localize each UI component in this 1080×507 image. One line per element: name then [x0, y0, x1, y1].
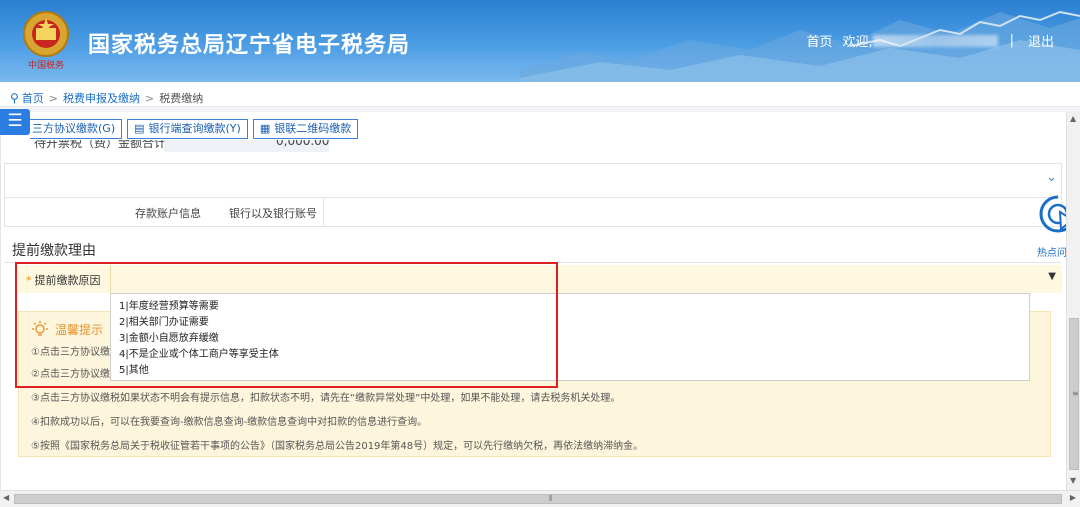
- tip-item: ④扣款成功以后，可以在我要查询-缴款信息查询-缴款信息查询中对扣款的信息进行查询…: [31, 417, 428, 428]
- location-pin-icon: ⚲: [10, 91, 19, 105]
- breadcrumb-separator: >: [145, 91, 155, 105]
- summary-label: 待开票税（费）金额合计: [34, 140, 167, 150]
- dropdown-arrow-icon[interactable]: ▼: [1048, 271, 1056, 282]
- summary-row: 待开票税（费）金额合计 0,000.00: [4, 140, 1060, 152]
- scroll-right-icon[interactable]: ▶: [1070, 493, 1076, 502]
- menu-toggle-icon[interactable]: ☰: [0, 109, 30, 135]
- bank-account-label: 银行以及银行账号: [229, 207, 317, 220]
- scroll-down-icon[interactable]: ▼: [1070, 476, 1076, 485]
- svg-text:中国税务: 中国税务: [28, 59, 64, 71]
- breadcrumb-current: 税费缴纳: [159, 92, 204, 105]
- vertical-scroll-thumb[interactable]: ≡: [1069, 318, 1079, 470]
- payment-toolbar: 三方协议缴款(G) ▤ 银行端查询缴款(Y) ▦ 银联二维码缴款: [30, 119, 363, 139]
- nav-separator: |: [1009, 33, 1014, 48]
- unionpay-qr-payment-label: 银联二维码缴款: [274, 122, 352, 135]
- summary-value: 0,000.00: [276, 140, 330, 148]
- nav-home-link[interactable]: 首页: [806, 31, 832, 50]
- deposit-account-label: 存款账户信息: [135, 207, 201, 220]
- tax-bureau-emblem: 中国税务: [23, 11, 69, 71]
- scroll-grip-icon: ⦀: [549, 494, 553, 503]
- scroll-up-icon[interactable]: ▲: [1070, 114, 1076, 123]
- tripartite-payment-label: 三方协议缴款(G): [32, 122, 116, 135]
- site-header: 中国税务 国家税务总局辽宁省电子税务局 首页 欢迎, | 退出: [0, 0, 1080, 82]
- breadcrumb-home[interactable]: 首页: [22, 90, 44, 106]
- bank-query-payment-button[interactable]: ▤ 银行端查询缴款(Y): [127, 119, 248, 139]
- account-divider: [5, 197, 1061, 198]
- bank-document-icon: ▤: [134, 122, 145, 135]
- vertical-scrollbar[interactable]: ▲ ≡ ▼: [1066, 112, 1080, 490]
- tripartite-payment-button[interactable]: 三方协议缴款(G): [30, 119, 123, 139]
- chevron-down-icon[interactable]: ⌄: [1046, 170, 1057, 185]
- site-title: 国家税务总局辽宁省电子税务局: [88, 33, 411, 58]
- logout-link[interactable]: 退出: [1028, 31, 1054, 50]
- red-highlight-box: [15, 262, 558, 388]
- breadcrumb-separator: >: [48, 91, 59, 105]
- advance-payment-section-title: 提前缴款理由: [12, 243, 96, 259]
- breadcrumb-tax-declaration[interactable]: 税费申报及缴纳: [63, 90, 140, 106]
- top-nav: 首页 欢迎, | 退出: [806, 31, 1054, 50]
- account-column-divider: [323, 198, 324, 226]
- horizontal-scrollbar[interactable]: ◀ ⦀ ▶: [0, 490, 1080, 507]
- breadcrumb: ⚲ 首页 > 税费申报及缴纳 > 税费缴纳: [10, 90, 203, 106]
- tip-item: ③点击三方协议缴税如果状态不明会有提示信息，扣款状态不明，请先在“缴款异常处理”…: [31, 393, 621, 404]
- qr-code-icon: ▦: [259, 122, 271, 135]
- unionpay-qr-payment-button[interactable]: ▦ 银联二维码缴款: [252, 119, 359, 139]
- bank-query-payment-label: 银行端查询缴款(Y): [148, 122, 241, 135]
- scroll-grip-icon: ≡: [1072, 389, 1079, 398]
- account-section: ⌄ 存款账户信息 银行以及银行账号: [4, 163, 1062, 227]
- horizontal-scroll-thumb[interactable]: ⦀: [14, 494, 1062, 504]
- nav-welcome: 欢迎,: [842, 35, 873, 50]
- tip-item: ⑤按照《国家税务总局关于税收征管若干事项的公告》（国家税务总局公告2019年第4…: [31, 441, 644, 452]
- scroll-left-icon[interactable]: ◀: [3, 493, 9, 502]
- username-redacted: [872, 34, 998, 47]
